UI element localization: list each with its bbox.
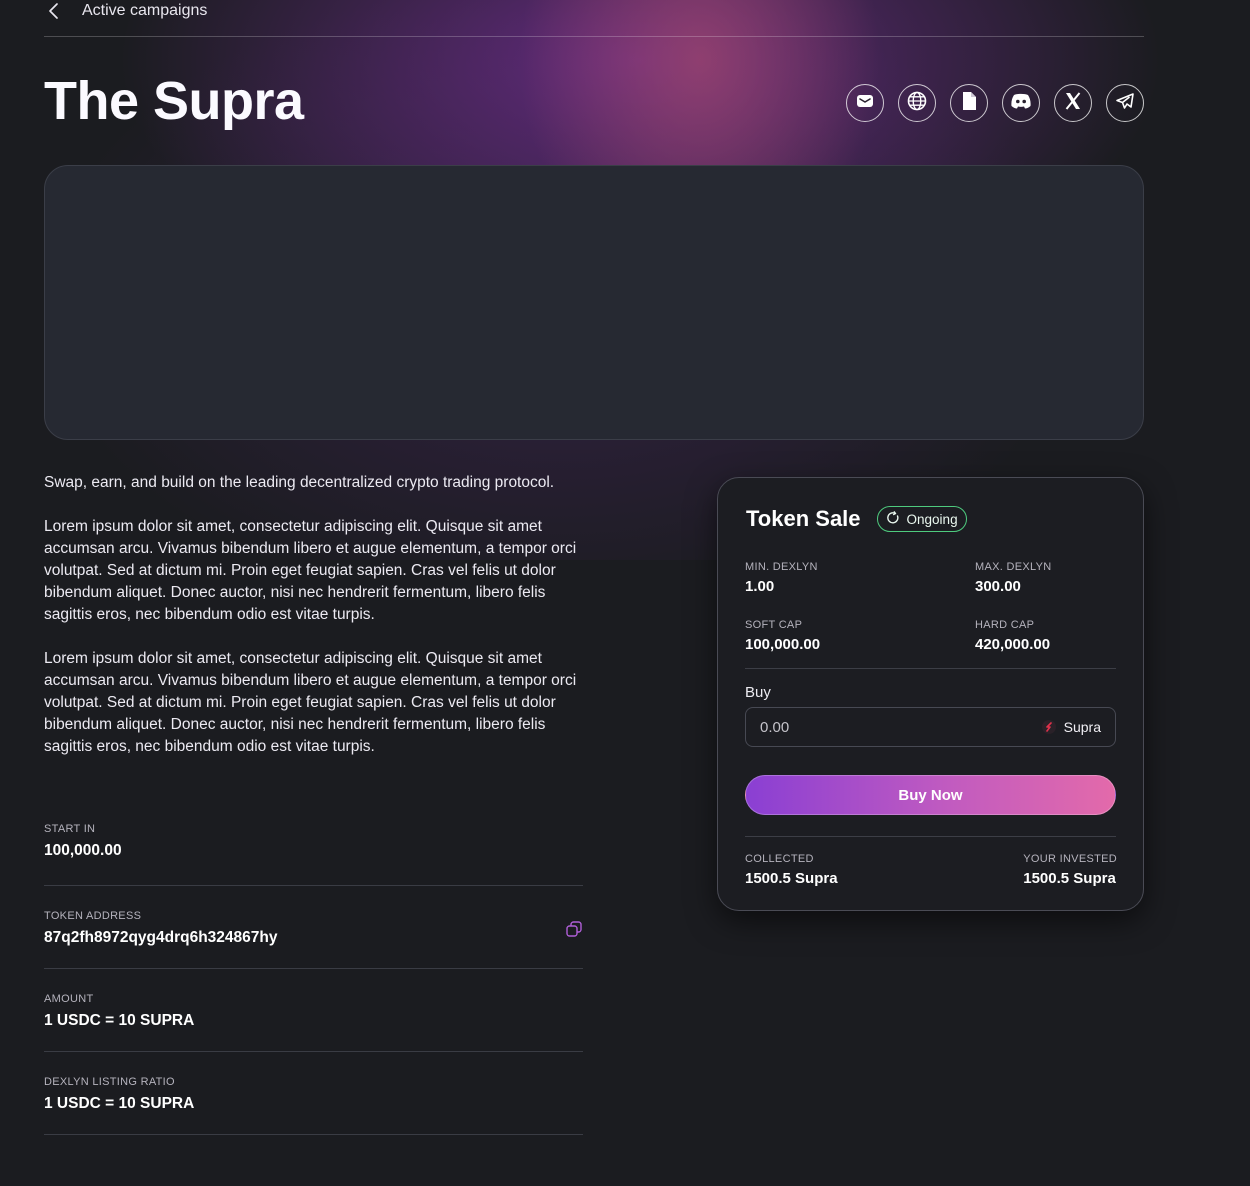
stat-value: 1500.5 Supra (745, 870, 838, 887)
back-button[interactable]: Active campaigns (44, 1, 207, 21)
stat-collected: COLLECTED 1500.5 Supra (745, 853, 838, 887)
info-label: DEXLYN LISTING RATIO (44, 1076, 175, 1088)
stat-label: YOUR INVESTED (1023, 853, 1117, 865)
stat-label: MAX. DEXLYN (975, 561, 1052, 573)
copy-icon[interactable] (565, 920, 583, 943)
stat-value: 300.00 (975, 578, 1021, 595)
buy-now-button[interactable]: Buy Now (745, 775, 1116, 815)
stat-label: MIN. DEXLYN (745, 561, 818, 573)
buy-label: Buy (745, 684, 771, 701)
project-banner (44, 165, 1144, 440)
discord-icon (1010, 92, 1032, 115)
stat-max: MAX. DEXLYN 300.00 (975, 561, 1051, 595)
token-selector: Supra (1041, 719, 1101, 735)
description-paragraph: Lorem ipsum dolor sit amet, consectetur … (44, 650, 577, 755)
info-value: 100,000.00 (44, 842, 122, 859)
telegram-link[interactable] (1106, 84, 1144, 122)
info-value: 1 USDC = 10 SUPRA (44, 1012, 195, 1029)
stat-your-invested: YOUR INVESTED 1500.5 Supra (1023, 853, 1117, 887)
stat-value: 100,000.00 (745, 636, 821, 653)
buy-amount-field: Supra (745, 707, 1116, 747)
info-label: START IN (44, 823, 96, 835)
stat-hard-cap: HARD CAP 420,000.00 (975, 619, 1050, 653)
supra-token-icon (1041, 720, 1056, 734)
info-value: 1 USDC = 10 SUPRA (44, 1095, 195, 1112)
back-label: Active campaigns (82, 2, 208, 19)
project-tagline: Swap, earn, and build on the leading dec… (44, 474, 555, 491)
project-description: Swap, earn, and build on the leading dec… (44, 472, 589, 780)
description-paragraph: Lorem ipsum dolor sit amet, consectetur … (44, 518, 577, 623)
stat-min: MIN. DEXLYN 1.00 (745, 561, 818, 595)
stat-label: SOFT CAP (745, 619, 803, 631)
stat-label: COLLECTED (745, 853, 814, 865)
x-icon (1063, 91, 1083, 116)
info-label: AMOUNT (44, 993, 94, 1005)
status-badge: Ongoing (876, 506, 967, 532)
social-links (846, 84, 1144, 122)
token-sale-card: Token Sale Ongoing MIN. DEXLYN 1.00 MAX.… (717, 477, 1144, 911)
stat-soft-cap: SOFT CAP 100,000.00 (745, 619, 820, 653)
refresh-icon (886, 510, 900, 528)
chevron-left-icon (44, 1, 64, 21)
stat-value: 1.00 (745, 578, 775, 595)
docs-link[interactable] (950, 84, 988, 122)
website-link[interactable] (898, 84, 936, 122)
email-icon (855, 91, 875, 116)
info-row-amount: AMOUNT 1 USDC = 10 SUPRA (44, 969, 583, 1052)
info-row-listing-ratio: DEXLYN LISTING RATIO 1 USDC = 10 SUPRA (44, 1052, 583, 1135)
divider (745, 668, 1116, 669)
top-nav: Active campaigns (44, 0, 1144, 37)
stat-value: 1500.5 Supra (1023, 870, 1116, 887)
globe-icon (906, 90, 928, 117)
discord-link[interactable] (1002, 84, 1040, 122)
x-link[interactable] (1054, 84, 1092, 122)
status-label: Ongoing (906, 511, 958, 527)
project-info: START IN 100,000.00 TOKEN ADDRESS 87q2fh… (44, 810, 583, 1135)
token-address-value: 87q2fh8972qyg4drq6h324867hy (44, 929, 278, 946)
info-row-start-in: START IN 100,000.00 (44, 810, 583, 886)
page-title: The Supra (44, 71, 304, 131)
info-label: TOKEN ADDRESS (44, 910, 142, 922)
stat-label: HARD CAP (975, 619, 1035, 631)
stat-value: 420,000.00 (975, 636, 1051, 653)
token-sale-header: Token Sale Ongoing (746, 506, 967, 532)
email-link[interactable] (846, 84, 884, 122)
token-sale-title: Token Sale (746, 506, 861, 531)
divider (745, 836, 1116, 837)
telegram-icon (1115, 91, 1135, 116)
token-label: Supra (1063, 719, 1101, 735)
info-row-token-address: TOKEN ADDRESS 87q2fh8972qyg4drq6h324867h… (44, 886, 583, 969)
document-icon (960, 91, 978, 116)
buy-amount-input[interactable] (760, 718, 960, 736)
